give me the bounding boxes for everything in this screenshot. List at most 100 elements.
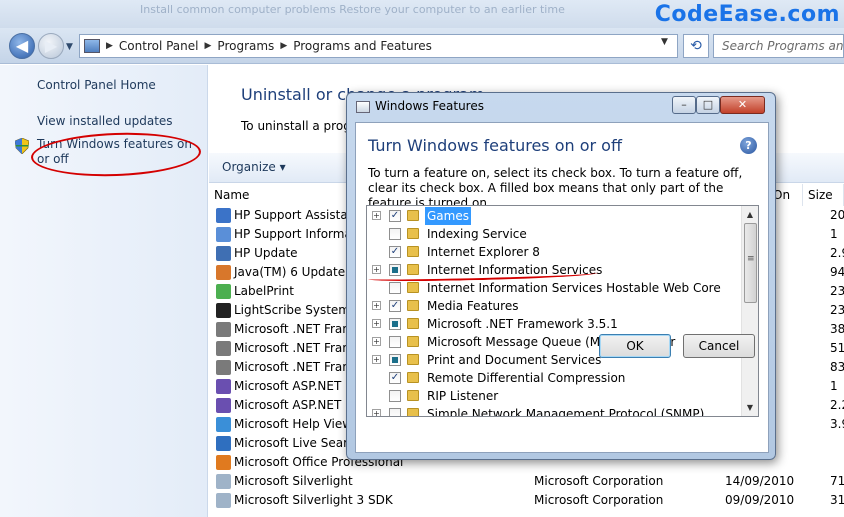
folder-icon [407, 390, 419, 401]
feature-row[interactable]: + ✓ Games [367, 207, 742, 225]
feature-label[interactable]: Internet Information Services Hostable W… [425, 279, 723, 297]
chevron-right-icon[interactable]: ▶ [106, 41, 113, 51]
feature-label[interactable]: Media Features [425, 297, 520, 315]
organize-button[interactable]: Organize ▾ [222, 160, 286, 174]
program-icon [216, 474, 231, 489]
folder-icon [407, 354, 419, 365]
program-icon [216, 208, 231, 223]
maximize-button[interactable]: □ [696, 96, 720, 114]
scrollbar[interactable]: ▲ ▼ [741, 206, 758, 416]
dialog-heading: Turn Windows features on or off [368, 136, 622, 155]
back-button[interactable]: ◀ [9, 33, 35, 59]
folder-icon [407, 408, 419, 416]
feature-checkbox[interactable]: ✓ [389, 246, 401, 258]
feature-row[interactable]: ✓ Remote Differential Compression [367, 369, 742, 387]
feature-row[interactable]: Internet Information Services Hostable W… [367, 279, 742, 297]
chevron-right-icon[interactable]: ▶ [280, 41, 287, 51]
program-size: 2.2 [830, 398, 844, 412]
column-header-size[interactable]: Size [803, 184, 844, 206]
expand-icon[interactable]: + [372, 265, 381, 274]
expand-icon[interactable]: + [372, 409, 381, 416]
control-panel-icon [84, 39, 100, 53]
address-bar[interactable]: ▶ Control Panel ▶ Programs ▶ Programs an… [79, 34, 678, 58]
folder-icon [407, 228, 419, 239]
cancel-button[interactable]: Cancel [683, 334, 755, 358]
close-button[interactable]: ✕ [720, 96, 765, 114]
feature-checkbox[interactable] [389, 336, 401, 348]
feature-label[interactable]: Internet Explorer 8 [425, 243, 542, 261]
feature-checkbox[interactable]: ✓ [389, 300, 401, 312]
feature-label[interactable]: Simple Network Management Protocol (SNMP… [425, 405, 706, 416]
program-icon [216, 322, 231, 337]
expand-icon[interactable]: + [372, 211, 381, 220]
feature-row[interactable]: ✓ Internet Explorer 8 [367, 243, 742, 261]
program-name: Microsoft Silverlight [234, 474, 353, 488]
expand-icon[interactable]: + [372, 319, 381, 328]
feature-label[interactable]: Indexing Service [425, 225, 529, 243]
breadcrumb-programs[interactable]: Programs [217, 39, 274, 53]
history-dropdown-icon[interactable]: ▼ [66, 42, 73, 52]
feature-row[interactable]: + ✓ Media Features [367, 297, 742, 315]
program-size: 94 [830, 265, 844, 279]
folder-icon [407, 210, 419, 221]
program-icon [216, 303, 231, 318]
feature-checkbox[interactable] [389, 318, 401, 330]
feature-checkbox[interactable]: ✓ [389, 372, 401, 384]
feature-checkbox[interactable]: ✓ [389, 210, 401, 222]
feature-checkbox[interactable] [389, 408, 401, 416]
feature-label[interactable]: Print and Document Services [425, 351, 603, 369]
scroll-thumb[interactable] [744, 223, 757, 303]
scroll-down-icon[interactable]: ▼ [742, 399, 758, 416]
program-name: HP Update [234, 246, 298, 260]
tasks-pane: Control Panel Home View installed update… [0, 65, 208, 517]
expand-icon[interactable]: + [372, 355, 381, 364]
control-panel-home-link[interactable]: Control Panel Home [37, 78, 156, 92]
expand-icon[interactable]: + [372, 301, 381, 310]
program-icon [216, 379, 231, 394]
expand-icon[interactable]: + [372, 337, 381, 346]
feature-checkbox[interactable] [389, 282, 401, 294]
feature-row[interactable]: + Microsoft .NET Framework 3.5.1 [367, 315, 742, 333]
breadcrumb-programs-and-features[interactable]: Programs and Features [293, 39, 432, 53]
program-icon [216, 284, 231, 299]
address-dropdown-icon[interactable]: ▼ [661, 37, 668, 47]
feature-label[interactable]: RIP Listener [425, 387, 500, 405]
minimize-button[interactable]: – [672, 96, 696, 114]
program-name: LabelPrint [234, 284, 294, 298]
folder-icon [407, 282, 419, 293]
program-icon [216, 246, 231, 261]
feature-label[interactable]: Games [425, 207, 471, 225]
ok-button[interactable]: OK [599, 334, 671, 358]
scroll-up-icon[interactable]: ▲ [742, 206, 758, 223]
feature-row[interactable]: Indexing Service [367, 225, 742, 243]
breadcrumb-control-panel[interactable]: Control Panel [119, 39, 199, 53]
program-size: 23 [830, 284, 844, 298]
program-row[interactable]: Microsoft Silverlight 3 SDK Microsoft Cor… [209, 491, 844, 510]
program-icon [216, 341, 231, 356]
features-tree[interactable]: + ✓ Games Indexing Service ✓ Internet Explore… [366, 205, 759, 417]
feature-label[interactable]: Remote Differential Compression [425, 369, 627, 387]
feature-checkbox[interactable] [389, 390, 401, 402]
program-size: 2.9 [830, 246, 844, 260]
feature-checkbox[interactable] [389, 228, 401, 240]
program-name: Microsoft Help Viewer [234, 417, 365, 431]
view-installed-updates-link[interactable]: View installed updates [37, 114, 173, 128]
program-icon [216, 417, 231, 432]
feature-row[interactable]: + Simple Network Management Protocol (SNM… [367, 405, 742, 416]
dialog-title: Windows Features [375, 99, 484, 113]
feature-row[interactable]: RIP Listener [367, 387, 742, 405]
chevron-right-icon[interactable]: ▶ [205, 41, 212, 51]
forward-button[interactable]: ▶ [38, 33, 64, 59]
program-icon [216, 360, 231, 375]
program-icon [216, 493, 231, 508]
help-icon[interactable]: ? [740, 137, 757, 154]
folder-icon [407, 372, 419, 383]
search-input[interactable]: Search Programs and Fe [713, 34, 844, 58]
program-size: 31 [830, 493, 844, 507]
program-row[interactable]: Microsoft Silverlight Microsoft Corporati… [209, 472, 844, 491]
program-publisher: Microsoft Corporation [534, 493, 664, 507]
feature-label[interactable]: Microsoft .NET Framework 3.5.1 [425, 315, 620, 333]
refresh-button[interactable]: ⟲ [683, 34, 709, 58]
feature-checkbox[interactable] [389, 354, 401, 366]
program-size: 83 [830, 360, 844, 374]
